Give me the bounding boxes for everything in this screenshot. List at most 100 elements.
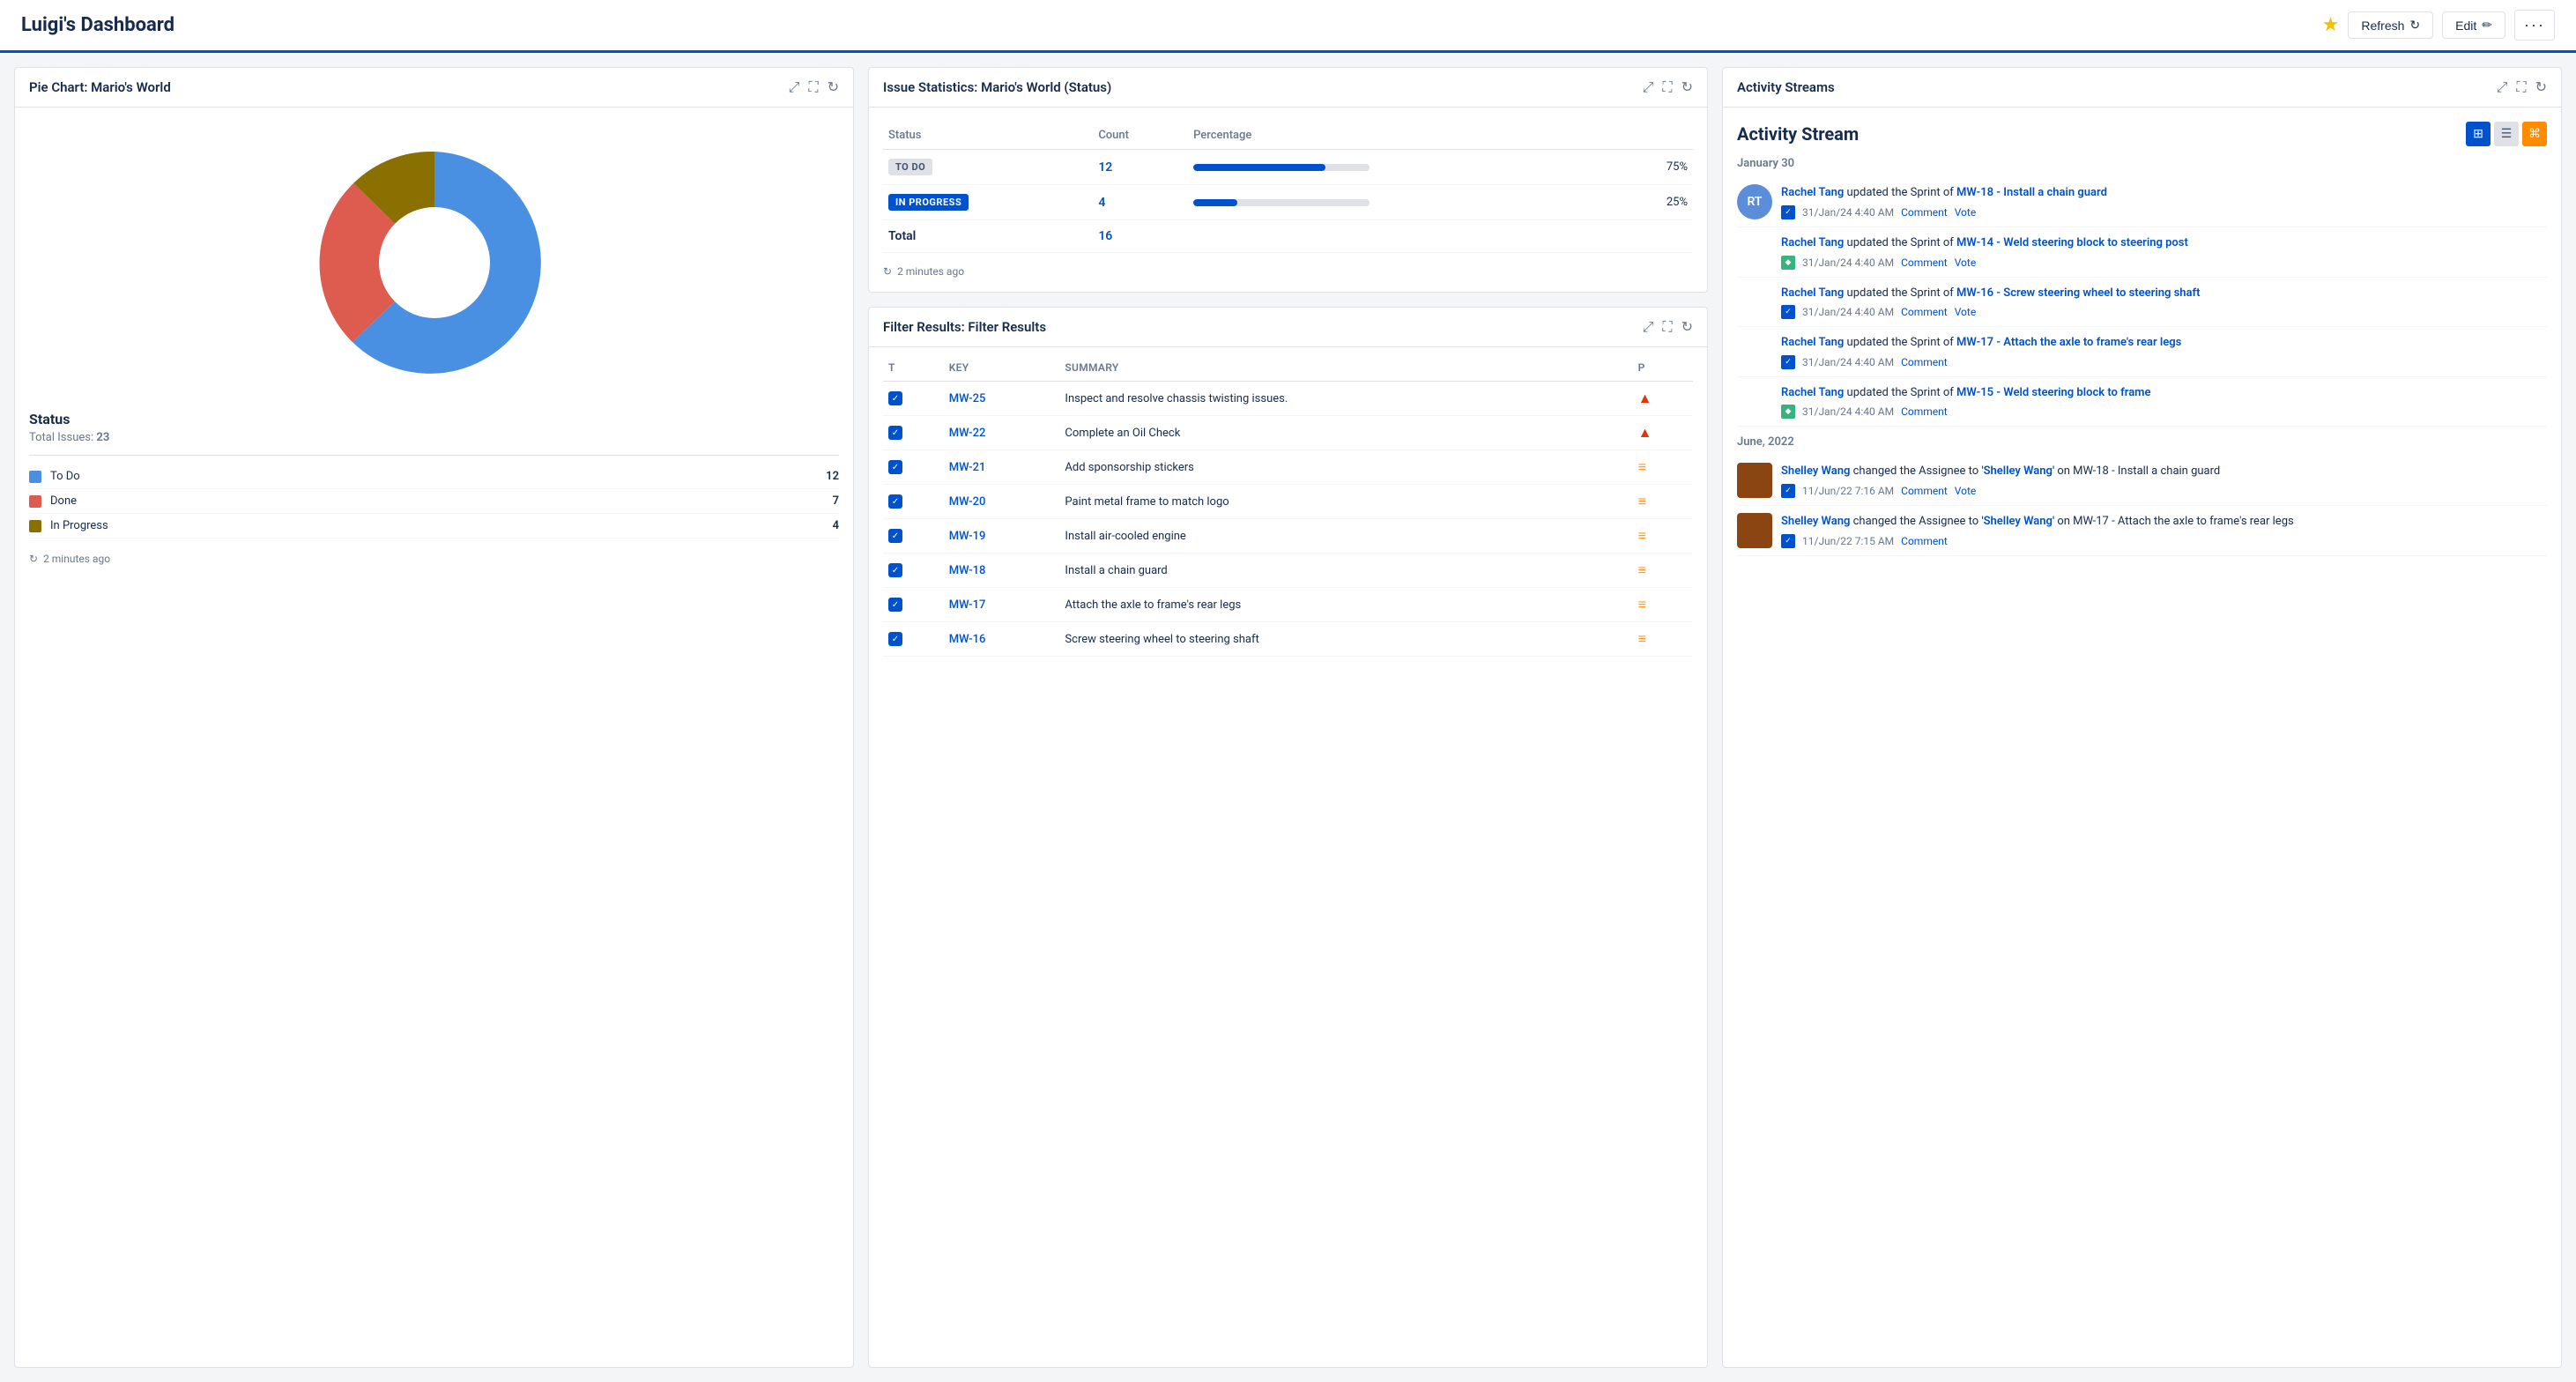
activity-action-vote[interactable]: Vote <box>1955 485 1977 497</box>
filter-col-key: Key <box>944 354 1060 382</box>
expand-icon[interactable]: ⛶ <box>808 78 818 96</box>
list-view-button[interactable]: ☰ <box>2494 122 2519 146</box>
pct-inprogress: 25% <box>1620 185 1693 220</box>
activity-item: Rachel Tang updated the Sprint of MW-17 … <box>1737 327 2547 377</box>
assignee-link[interactable]: 'Shelley Wang' <box>1981 515 2054 528</box>
refresh-icon[interactable]: ↻ <box>828 78 839 96</box>
pie-chart-svg <box>311 139 558 386</box>
expand-icon[interactable]: ⛶ <box>1662 78 1672 96</box>
legend-item-todo: To Do 12 <box>29 464 839 489</box>
activity-type-icon: ✓ <box>1781 205 1795 219</box>
activity-time: 31/Jan/24 4:40 AM <box>1802 256 1894 269</box>
issue-link[interactable]: MW-18 - Install a chain guard <box>1956 186 2107 199</box>
issue-key[interactable]: MW-17 <box>949 598 986 612</box>
issue-summary: Screw steering wheel to steering shaft <box>1059 622 1632 657</box>
activity-text: Shelley Wang changed the Assignee to 'Sh… <box>1781 463 2547 480</box>
activity-inner-title: Activity Stream <box>1737 123 1859 145</box>
activity-action-comment[interactable]: Comment <box>1901 535 1948 547</box>
activity-item-content: Shelley Wang changed the Assignee to 'Sh… <box>1781 513 2547 548</box>
avatar-spacer <box>1737 285 1772 320</box>
pie-legend: Status Total Issues: 23 To Do 12 Done 7 <box>29 411 839 539</box>
collapse-icon[interactable]: ⤢ <box>1643 318 1654 336</box>
collapse-icon[interactable]: ⤢ <box>1643 78 1654 96</box>
issue-type-icon: ✓ <box>888 494 902 509</box>
edit-button[interactable]: Edit ✏ <box>2442 11 2505 39</box>
issue-link[interactable]: MW-17 - Attach the axle to frame's rear … <box>1956 336 2181 349</box>
issue-key[interactable]: MW-16 <box>949 633 986 646</box>
activity-time: 11/Jun/22 7:15 AM <box>1802 535 1894 547</box>
filter-controls[interactable]: ⤢ ⛶ ↻ <box>1643 318 1693 336</box>
pie-chart-controls[interactable]: ⤢ ⛶ ↻ <box>789 78 839 96</box>
activity-action-comment[interactable]: Comment <box>1901 356 1948 368</box>
user-avatar: RT <box>1737 184 1772 219</box>
issue-key[interactable]: MW-25 <box>949 392 986 405</box>
actor-name: Shelley Wang <box>1781 515 1850 528</box>
activity-text: Rachel Tang updated the Sprint of MW-15 … <box>1781 384 2547 402</box>
stats-row-total: Total 16 <box>883 220 1693 253</box>
issue-link[interactable]: MW-15 - Weld steering block to frame <box>1956 386 2150 399</box>
rss-button[interactable]: ⌘ <box>2522 122 2547 146</box>
expand-icon[interactable]: ⛶ <box>1662 318 1672 336</box>
star-icon[interactable]: ★ <box>2322 14 2340 36</box>
filter-table: T Key Summary P ✓ MW-25 Inspect and reso… <box>883 354 1693 657</box>
issue-key[interactable]: MW-19 <box>949 530 986 543</box>
grid-view-button[interactable]: ⊞ <box>2466 122 2491 146</box>
activity-item-content: Shelley Wang changed the Assignee to 'Sh… <box>1781 463 2547 498</box>
priority-medium-icon: ≡ <box>1638 493 1646 509</box>
activity-action-comment[interactable]: Comment <box>1901 405 1948 418</box>
legend-label-todo: To Do <box>50 470 826 483</box>
avatar-spacer <box>1737 334 1772 369</box>
filter-table-row: ✓ MW-20 Paint metal frame to match logo … <box>883 485 1693 519</box>
activity-time: 11/Jun/22 7:16 AM <box>1802 485 1894 497</box>
legend-color-todo <box>29 471 41 483</box>
priority-medium-icon: ≡ <box>1638 561 1646 578</box>
activity-action-vote[interactable]: Vote <box>1955 306 1977 318</box>
issue-key[interactable]: MW-21 <box>949 461 986 474</box>
activity-time: 31/Jan/24 4:40 AM <box>1802 356 1894 368</box>
assignee-link[interactable]: 'Shelley Wang' <box>1981 464 2054 478</box>
stats-controls[interactable]: ⤢ ⛶ ↻ <box>1643 78 1693 96</box>
filter-col-summary: Summary <box>1059 354 1632 382</box>
actor-name: Shelley Wang <box>1781 464 1850 478</box>
priority-medium-icon: ≡ <box>1638 630 1646 647</box>
issue-link[interactable]: MW-14 - Weld steering block to steering … <box>1956 236 2188 249</box>
count-link-todo[interactable]: 12 <box>1098 160 1112 175</box>
issue-key[interactable]: MW-20 <box>949 495 986 509</box>
actor-name: Rachel Tang <box>1781 386 1844 399</box>
activity-body: Activity Stream ⊞ ☰ ⌘ January 30 RT Rach… <box>1723 108 2561 1367</box>
filter-body: T Key Summary P ✓ MW-25 Inspect and reso… <box>869 347 1707 1367</box>
progress-bar-todo-wrap <box>1193 164 1370 171</box>
count-link-total[interactable]: 16 <box>1098 229 1112 243</box>
legend-color-inprogress <box>29 520 41 532</box>
activity-text: Rachel Tang updated the Sprint of MW-18 … <box>1781 184 2547 202</box>
activity-action-comment[interactable]: Comment <box>1901 206 1948 219</box>
collapse-icon[interactable]: ⤢ <box>789 78 800 96</box>
activity-action-vote[interactable]: Vote <box>1955 256 1977 269</box>
activity-controls[interactable]: ⤢ ⛶ ↻ <box>2497 78 2547 96</box>
activity-item: Rachel Tang updated the Sprint of MW-16 … <box>1737 278 2547 328</box>
issue-key[interactable]: MW-22 <box>949 427 986 440</box>
activity-action-comment[interactable]: Comment <box>1901 256 1948 269</box>
middle-column: Issue Statistics: Mario's World (Status)… <box>868 67 1708 1368</box>
refresh-icon[interactable]: ↻ <box>1681 78 1693 96</box>
activity-meta: ✓ 11/Jun/22 7:16 AM Comment Vote <box>1781 484 2547 498</box>
activity-action-comment[interactable]: Comment <box>1901 306 1948 318</box>
activity-title: Activity Streams <box>1737 79 1835 95</box>
activity-date-heading: January 30 <box>1737 157 2547 170</box>
collapse-icon[interactable]: ⤢ <box>2497 78 2508 96</box>
refresh-button[interactable]: Refresh ↻ <box>2348 11 2433 39</box>
ellipsis-icon: ··· <box>2524 16 2545 34</box>
count-link-inprogress[interactable]: 4 <box>1098 196 1105 210</box>
issue-key[interactable]: MW-18 <box>949 564 986 577</box>
activity-item: Shelley Wang changed the Assignee to 'Sh… <box>1737 506 2547 556</box>
expand-icon[interactable]: ⛶ <box>2516 78 2526 96</box>
refresh-icon[interactable]: ↻ <box>2535 78 2547 96</box>
activity-action-comment[interactable]: Comment <box>1901 485 1948 497</box>
more-options-button[interactable]: ··· <box>2514 10 2555 41</box>
filter-title: Filter Results: Filter Results <box>883 319 1046 335</box>
activity-action-vote[interactable]: Vote <box>1955 206 1977 219</box>
issue-link[interactable]: MW-16 - Screw steering wheel to steering… <box>1956 286 2200 300</box>
refresh-small-icon: ↻ <box>29 553 38 565</box>
header-actions: ★ Refresh ↻ Edit ✏ ··· <box>2322 10 2555 41</box>
refresh-icon[interactable]: ↻ <box>1681 318 1693 336</box>
